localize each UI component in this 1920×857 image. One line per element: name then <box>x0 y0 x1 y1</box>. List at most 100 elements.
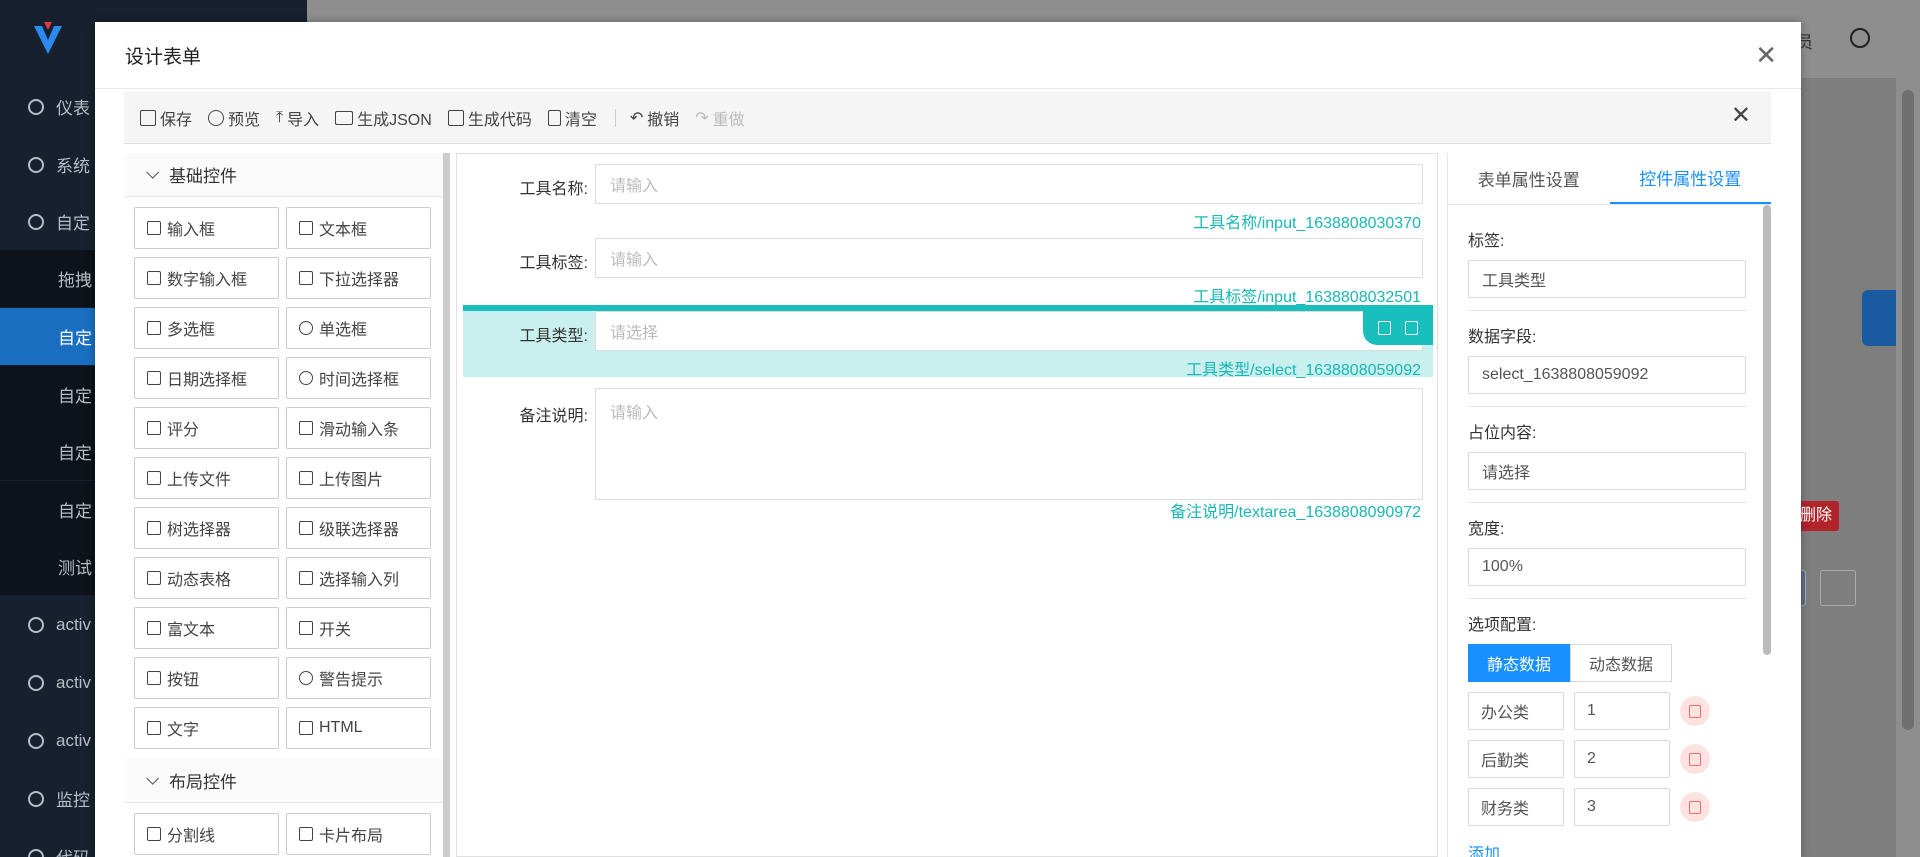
select-icon <box>299 271 313 285</box>
form-field-row[interactable]: 工具类型: 请选择 工具类型/select_1638808059092 <box>463 305 1433 379</box>
control-item-label: 分割线 <box>167 828 216 845</box>
control-item[interactable]: 文本框 <box>286 207 431 249</box>
control-item[interactable]: 单选框 <box>286 307 431 349</box>
control-item[interactable]: 富文本 <box>134 607 279 649</box>
control-group-header[interactable]: 基础控件 <box>124 153 445 197</box>
modal-close-icon[interactable]: ✕ <box>1755 42 1777 68</box>
property-divider <box>1468 598 1746 599</box>
control-item[interactable]: 树选择器 <box>134 507 279 549</box>
option-label-input[interactable]: 财务类 <box>1468 788 1564 826</box>
control-item[interactable]: 分割线 <box>134 813 279 855</box>
save-button[interactable]: 保存 <box>140 106 192 130</box>
control-item[interactable]: 卡片布局 <box>286 813 431 855</box>
option-value-input[interactable]: 1 <box>1574 692 1670 730</box>
control-item[interactable]: 评分 <box>134 407 279 449</box>
tab-form-properties[interactable]: 表单属性设置 <box>1448 153 1610 204</box>
control-item-label: 按钮 <box>167 672 200 689</box>
delete-option-button[interactable] <box>1680 744 1710 774</box>
control-item[interactable]: 日期选择框 <box>134 357 279 399</box>
properties-scrollbar[interactable] <box>1763 205 1771 655</box>
control-item[interactable]: 滑动输入条 <box>286 407 431 449</box>
label-title: 标签: <box>1468 233 1505 250</box>
text-input[interactable]: 请输入 <box>595 164 1423 204</box>
control-item[interactable]: 上传文件 <box>134 457 279 499</box>
control-item[interactable]: 上传图片 <box>286 457 431 499</box>
background-nav-label: 代码 <box>56 844 90 857</box>
control-item-label: 开关 <box>319 622 352 639</box>
undo-icon: ↶ <box>629 109 644 127</box>
control-group-title: 布局控件 <box>169 773 237 792</box>
card-icon <box>299 827 313 841</box>
control-group-header[interactable]: 布局控件 <box>124 759 445 803</box>
control-item-label: 输入框 <box>167 222 216 239</box>
grid-icon <box>299 571 313 585</box>
dashboard-icon <box>28 616 44 633</box>
generate-code-button[interactable]: 生成代码 <box>447 106 532 130</box>
add-option-link[interactable]: 添加 <box>1468 840 1745 857</box>
generate-json-button[interactable]: 生成JSON <box>335 106 432 130</box>
form-field-row[interactable]: 工具名称: 请输入 工具名称/input_1638808030370 <box>463 164 1433 232</box>
control-item[interactable]: 文字 <box>134 707 279 749</box>
dashboard-icon <box>28 156 44 173</box>
remark-textarea[interactable]: 请输入 <box>595 388 1423 500</box>
trash-icon[interactable] <box>1405 321 1418 335</box>
form-field-meta: 工具类型/select_1638808059092 <box>1186 362 1421 379</box>
control-item[interactable]: 级联选择器 <box>286 507 431 549</box>
background-nav-label: activ <box>56 672 91 692</box>
control-item-label: HTML <box>319 719 363 736</box>
control-item[interactable]: 输入框 <box>134 207 279 249</box>
import-button[interactable]: ⤒ 导入 <box>276 106 319 130</box>
table-icon <box>147 571 161 585</box>
placeholder-input[interactable]: 请选择 <box>1468 452 1746 490</box>
control-item[interactable]: 时间选择框 <box>286 357 431 399</box>
alert-icon <box>299 671 313 685</box>
delete-option-button[interactable] <box>1680 792 1710 822</box>
control-item-label: 数字输入框 <box>167 272 248 289</box>
control-item[interactable]: 多选框 <box>134 307 279 349</box>
controls-panel-scrollbar[interactable] <box>443 153 450 857</box>
upload-icon <box>147 471 161 485</box>
control-item[interactable]: 按钮 <box>134 657 279 699</box>
option-label-input[interactable]: 后勤类 <box>1468 740 1564 778</box>
control-item[interactable]: 下拉选择器 <box>286 257 431 299</box>
form-field-row[interactable]: 工具标签: 请输入 工具标签/input_1638808032501 <box>463 238 1433 306</box>
control-item-label: 上传图片 <box>319 472 384 489</box>
option-value-input[interactable]: 2 <box>1574 740 1670 778</box>
number-icon <box>147 271 161 285</box>
static-data-button[interactable]: 静态数据 <box>1468 644 1571 682</box>
control-item-label: 卡片布局 <box>319 828 384 845</box>
slider-icon <box>299 421 313 435</box>
clear-button[interactable]: 清空 <box>547 106 597 130</box>
dashboard-icon <box>28 848 44 857</box>
dynamic-data-button[interactable]: 动态数据 <box>1570 644 1673 682</box>
delete-option-button[interactable] <box>1680 696 1710 726</box>
preview-button[interactable]: 预览 <box>208 106 260 130</box>
type-select[interactable]: 请选择 <box>595 311 1423 351</box>
designer-close-icon[interactable]: ✕ <box>1731 104 1751 128</box>
width-input[interactable]: 100% <box>1468 548 1746 586</box>
copy-icon[interactable] <box>1378 321 1391 335</box>
dashboard-icon <box>28 98 44 115</box>
control-item[interactable]: 选择输入列 <box>286 557 431 599</box>
redo-button[interactable]: ↷ 重做 <box>695 106 744 130</box>
label-input[interactable]: 工具类型 <box>1468 260 1746 298</box>
control-item[interactable]: HTML <box>286 707 431 749</box>
form-field-row[interactable]: 备注说明: 请输入 备注说明/textarea_1638808090972 <box>463 388 1433 528</box>
form-canvas[interactable]: 工具名称: 请输入 工具名称/input_1638808030370 工具标签: 请输入… <box>456 153 1438 857</box>
undo-button[interactable]: ↶ 撤销 <box>630 106 679 130</box>
field-input[interactable]: select_1638808059092 <box>1468 356 1746 394</box>
option-value-input[interactable]: 3 <box>1574 788 1670 826</box>
form-field-label: 备注说明: <box>519 408 588 425</box>
background-nav-label: 测试 <box>58 559 92 578</box>
cascader-icon <box>299 521 313 535</box>
control-item[interactable]: 开关 <box>286 607 431 649</box>
control-item[interactable]: 警告提示 <box>286 657 431 699</box>
control-item[interactable]: 动态表格 <box>134 557 279 599</box>
tab-control-properties[interactable]: 控件属性设置 <box>1609 153 1771 204</box>
form-field-meta: 工具名称/input_1638808030370 <box>1193 215 1421 232</box>
control-item[interactable]: 数字输入框 <box>134 257 279 299</box>
text-input[interactable]: 请输入 <box>595 238 1423 278</box>
option-label-input[interactable]: 办公类 <box>1468 692 1564 730</box>
property-divider <box>1468 406 1746 407</box>
upload-icon: ⤒ <box>276 108 284 126</box>
